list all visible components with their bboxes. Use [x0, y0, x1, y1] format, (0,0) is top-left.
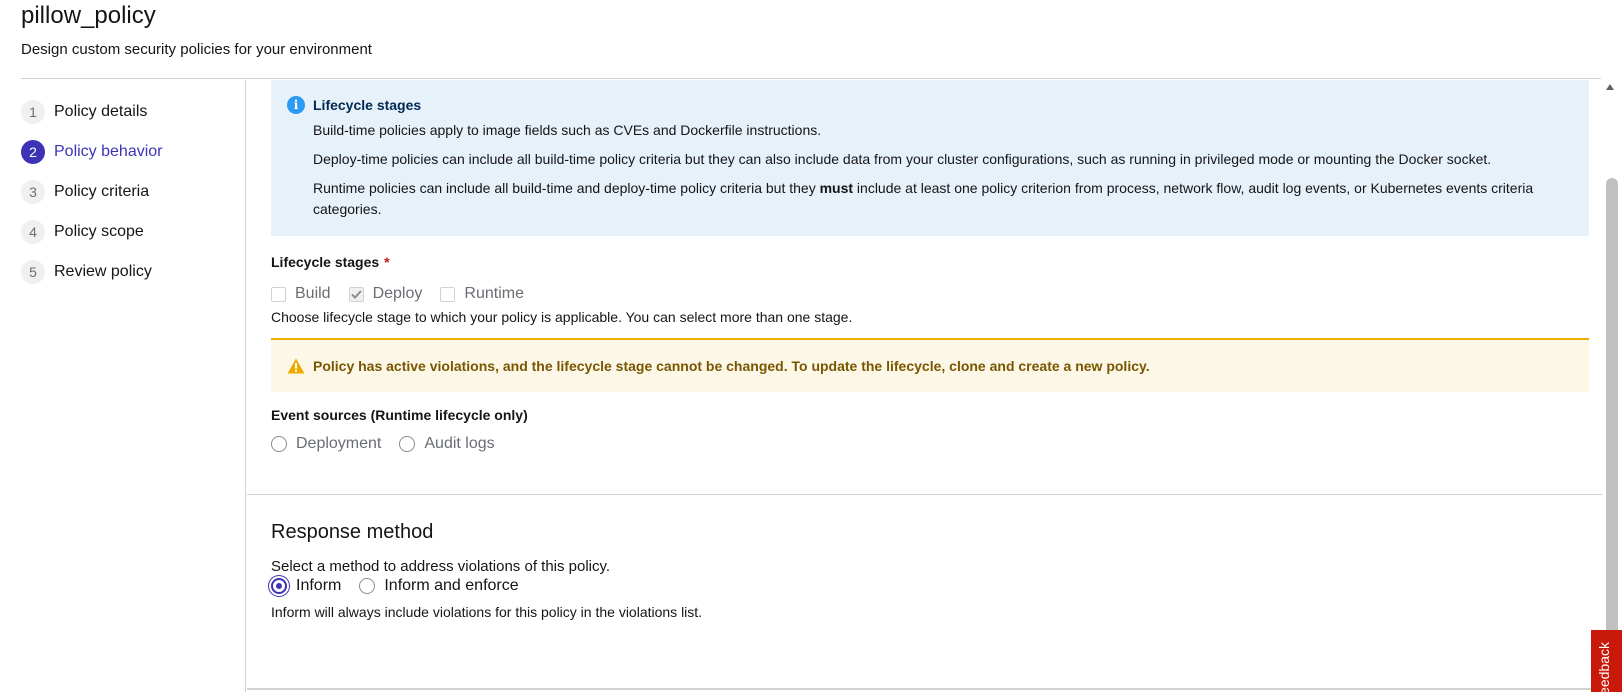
- feedback-label: Feedback: [1596, 642, 1612, 692]
- response-method-radios: Inform Inform and enforce: [271, 576, 537, 596]
- warning-triangle-icon: [287, 358, 305, 374]
- runtime-checkbox[interactable]: [440, 286, 456, 302]
- response-inform-enforce-option[interactable]: Inform and enforce: [359, 577, 519, 595]
- lifecycle-stage-checkboxes: Build Deploy Runtime: [271, 284, 542, 304]
- checkmark-icon: [350, 289, 362, 299]
- lifecycle-stages-label: Lifecycle stages *: [271, 254, 390, 270]
- runtime-label: Runtime: [464, 285, 524, 302]
- info-runtime-text: Runtime policies can include all build-t…: [313, 178, 1563, 220]
- lifecycle-stages-label-text: Lifecycle stages: [271, 254, 380, 270]
- page-subtitle: Design custom security policies for your…: [21, 41, 372, 58]
- vertical-scrollbar[interactable]: [1602, 80, 1622, 692]
- event-sources-radios: Deployment Audit logs: [271, 434, 513, 454]
- info-deploy-time-text: Deploy-time policies can include all bui…: [313, 151, 1492, 167]
- scroll-up-arrow-icon[interactable]: [1606, 84, 1614, 90]
- step-label: Policy details: [54, 103, 148, 120]
- page-header: pillow_policy Design custom security pol…: [21, 0, 1601, 79]
- wizard-step-policy-details[interactable]: 1 Policy details: [21, 99, 147, 125]
- footer-divider: [247, 688, 1612, 690]
- response-method-title: Response method: [271, 521, 434, 543]
- policy-behavior-form: i Lifecycle stages Build-time policies a…: [247, 80, 1612, 692]
- audit-logs-label: Audit logs: [424, 435, 495, 452]
- step-number: 1: [21, 100, 45, 124]
- step-number: 2: [21, 140, 45, 164]
- info-runtime-emphasis: must: [819, 180, 854, 196]
- section-divider: [247, 494, 1612, 495]
- feedback-button[interactable]: Feedback: [1591, 630, 1622, 692]
- page-title: pillow_policy: [21, 2, 156, 29]
- wizard-step-review-policy[interactable]: 5 Review policy: [21, 259, 152, 285]
- wizard-step-policy-behavior[interactable]: 2 Policy behavior: [21, 139, 163, 165]
- warning-text: Policy has active violations, and the li…: [313, 358, 1150, 374]
- deployment-label: Deployment: [296, 435, 382, 452]
- step-number: 3: [21, 180, 45, 204]
- response-inform-option[interactable]: Inform: [271, 577, 341, 595]
- step-label: Policy behavior: [54, 143, 163, 160]
- build-checkbox[interactable]: [271, 286, 286, 302]
- deploy-label: Deploy: [372, 285, 423, 302]
- wizard-step-policy-criteria[interactable]: 3 Policy criteria: [21, 179, 149, 205]
- inform-and-enforce-radio[interactable]: [359, 578, 376, 594]
- wizard-step-policy-scope[interactable]: 4 Policy scope: [21, 219, 144, 245]
- wizard-nav: 1 Policy details 2 Policy behavior 3 Pol…: [0, 80, 246, 692]
- info-circle-icon: i: [287, 96, 305, 114]
- lifecycle-deploy-option[interactable]: Deploy: [348, 285, 423, 303]
- inform-and-enforce-label: Inform and enforce: [384, 577, 519, 594]
- deployment-radio[interactable]: [271, 436, 287, 452]
- inform-label: Inform: [296, 577, 342, 594]
- event-source-deployment-option[interactable]: Deployment: [271, 435, 381, 453]
- event-sources-label: Event sources (Runtime lifecycle only): [271, 407, 528, 423]
- deploy-checkbox[interactable]: [348, 286, 364, 302]
- lifecycle-build-option[interactable]: Build: [271, 285, 331, 303]
- lifecycle-runtime-option[interactable]: Runtime: [440, 285, 524, 303]
- step-number: 5: [21, 260, 45, 284]
- step-label: Policy criteria: [54, 183, 150, 200]
- lifecycle-helper-text: Choose lifecycle stage to which your pol…: [271, 309, 853, 325]
- info-alert-title: Lifecycle stages: [313, 97, 422, 113]
- lifecycle-warning-alert: Policy has active violations, and the li…: [271, 338, 1589, 392]
- step-label: Review policy: [54, 263, 152, 280]
- step-number: 4: [21, 220, 45, 244]
- event-source-audit-logs-option[interactable]: Audit logs: [399, 435, 495, 453]
- lifecycle-info-alert: i Lifecycle stages Build-time policies a…: [271, 80, 1589, 236]
- step-label: Policy scope: [54, 223, 144, 240]
- info-runtime-text-start: Runtime policies can include all build-t…: [313, 180, 820, 196]
- response-method-description: Select a method to address violations of…: [271, 558, 611, 575]
- response-method-helper-text: Inform will always include violations fo…: [271, 604, 703, 620]
- scrollbar-thumb[interactable]: [1606, 178, 1618, 692]
- build-label: Build: [295, 285, 331, 302]
- inform-radio[interactable]: [271, 578, 287, 594]
- required-indicator: *: [384, 254, 390, 270]
- info-build-time-text: Build-time policies apply to image field…: [313, 122, 822, 138]
- audit-logs-radio[interactable]: [399, 436, 416, 452]
